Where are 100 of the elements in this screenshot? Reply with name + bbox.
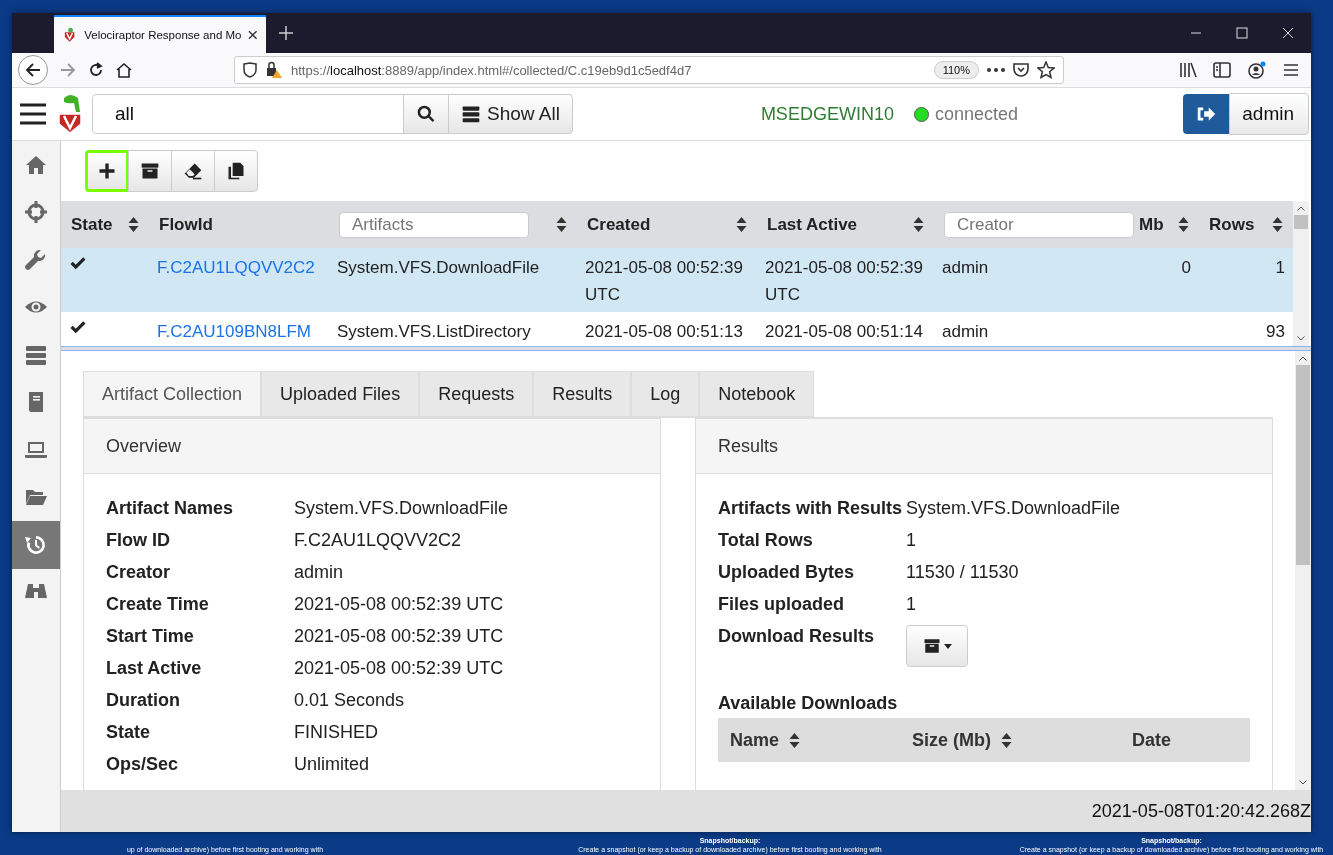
search-icon[interactable]	[416, 104, 436, 124]
zoom-level[interactable]: 110%	[933, 61, 979, 79]
caret-icon	[943, 643, 952, 649]
panel-title: Overview	[106, 435, 181, 457]
field-value: FINISHED	[294, 721, 379, 744]
archive-button[interactable]	[128, 150, 172, 192]
table-row[interactable]: F.C2AU109BN8LFM System.VFS.ListDirectory 2021-05-08 00:51:13 2021-05-08 00:51:14 admin 93	[61, 312, 1293, 346]
crosshair-icon[interactable]	[24, 200, 48, 225]
field-value: 11530 / 11530	[906, 561, 1020, 584]
search-field[interactable]: all	[92, 94, 404, 134]
sort-icon[interactable]	[556, 216, 567, 233]
field-label: Files uploaded	[718, 593, 846, 616]
scroll-up-icon[interactable]	[1297, 206, 1305, 211]
field-value: System.VFS.DownloadFile	[294, 497, 510, 520]
scroll-down-icon[interactable]	[1297, 336, 1305, 341]
copy-icon[interactable]	[226, 161, 246, 181]
table-cell: 2021-05-08 00:51:14	[757, 312, 934, 346]
field-value: 1	[906, 529, 917, 552]
column-header[interactable]: Mb	[1139, 214, 1164, 235]
sort-icon[interactable]	[736, 216, 747, 233]
sort-icon[interactable]	[1178, 216, 1189, 233]
menu-icon[interactable]	[20, 103, 46, 125]
tab[interactable]: Requests	[419, 371, 534, 417]
table-row[interactable]: F.C2AU1LQQVV2C2 System.VFS.DownloadFile 2021-05-08 00:52:39 UTC 2021-05-08 00:52:39 UTC admin 0 1	[61, 248, 1293, 312]
new-tab-icon[interactable]	[278, 25, 294, 41]
tab-title: Velociraptor Response and Mo	[84, 29, 242, 41]
table-cell: 1	[1199, 248, 1293, 312]
pocket-icon[interactable]	[1013, 62, 1029, 78]
table-cell: admin	[934, 312, 1129, 346]
field-label: Download Results	[718, 625, 875, 648]
tab[interactable]: Artifact Collection	[83, 371, 262, 417]
scrollbar-thumb[interactable]	[1296, 365, 1310, 565]
address-bar[interactable]: https://localhost:8889/app/index.html#/collected/C.c19eb9d1c5edf4d7 110%	[234, 56, 1064, 84]
field-value: F.C2AU1LQQVV2C2	[294, 529, 463, 552]
logout-button[interactable]	[1183, 94, 1230, 134]
field-label: Total Rows	[718, 529, 814, 552]
scroll-down-icon[interactable]	[1299, 780, 1307, 785]
copy-button[interactable]	[214, 150, 258, 192]
column-header[interactable]: Date	[1132, 729, 1171, 751]
sort-icon[interactable]	[128, 216, 139, 233]
library-icon[interactable]	[1179, 62, 1197, 78]
eraser-icon[interactable]	[183, 161, 203, 181]
client-hostname[interactable]: MSEDGEWIN10	[760, 103, 894, 125]
field-value: 2021-05-08 00:52:39 UTC	[294, 625, 505, 648]
column-header[interactable]: Size (Mb)	[912, 729, 991, 751]
close-icon[interactable]	[248, 30, 258, 40]
archive-icon[interactable]	[140, 161, 160, 181]
wrench-icon[interactable]	[24, 247, 48, 272]
plus-icon[interactable]	[97, 161, 117, 181]
archive-icon[interactable]	[922, 637, 941, 655]
account-icon[interactable]	[1247, 61, 1267, 79]
sort-icon[interactable]	[789, 731, 801, 749]
show-all-button[interactable]: Show All	[448, 94, 573, 134]
filter-field[interactable]: Creator	[944, 211, 1134, 238]
table-cell: 2021-05-08 00:52:39 UTC	[757, 248, 934, 312]
field-label: Artifacts with Results	[718, 497, 904, 520]
scrollbar-thumb[interactable]	[1294, 215, 1308, 229]
browser-tab[interactable]: Velociraptor Response and Mo	[54, 15, 266, 53]
field-label: Duration	[106, 689, 181, 712]
table-cell: 0	[1129, 248, 1199, 312]
sort-icon[interactable]	[913, 216, 924, 233]
lock-warning-icon	[265, 61, 283, 79]
table-cell: admin	[934, 248, 1129, 312]
sidebar-icon[interactable]	[1213, 62, 1231, 78]
sort-icon[interactable]	[1272, 216, 1283, 233]
field-value: Unlimited	[294, 753, 371, 776]
sidebar-item[interactable]	[12, 521, 60, 569]
field-label: Creator	[106, 561, 172, 584]
scroll-up-icon[interactable]	[1299, 356, 1307, 361]
column-header[interactable]: Name	[730, 729, 780, 751]
shield-icon	[243, 62, 257, 78]
star-icon[interactable]	[1037, 61, 1055, 79]
user-button[interactable]: admin	[1229, 93, 1309, 135]
field-label: Last Active	[106, 657, 203, 680]
tab[interactable]: Uploaded Files	[261, 371, 420, 417]
field-value: admin	[294, 561, 345, 584]
home-icon[interactable]	[116, 62, 132, 78]
flow-id-link[interactable]: F.C2AU109BN8LFM	[157, 322, 311, 341]
column-header[interactable]: Created	[587, 214, 651, 235]
more-icon[interactable]	[987, 68, 1005, 72]
download-button[interactable]	[906, 625, 968, 667]
field-value: 1	[906, 593, 917, 616]
scrollbar[interactable]	[1295, 351, 1311, 790]
tab[interactable]: Notebook	[699, 371, 815, 417]
eraser-button[interactable]	[171, 150, 215, 192]
back-button[interactable]	[18, 55, 48, 85]
list-icon[interactable]	[461, 104, 481, 124]
scrollbar[interactable]	[1293, 201, 1309, 346]
field-value: 2021-05-08 00:52:39 UTC	[294, 657, 505, 680]
plus-button[interactable]	[85, 150, 129, 192]
table-cell: 2021-05-08 00:51:13	[577, 312, 757, 346]
search-button[interactable]	[403, 94, 449, 134]
forward-icon[interactable]	[60, 62, 76, 78]
column-header[interactable]: FlowId	[159, 214, 213, 235]
tab[interactable]: Log	[631, 371, 700, 417]
reload-icon[interactable]	[88, 62, 104, 78]
table-cell: 93	[1199, 312, 1293, 346]
filter-field[interactable]: Artifacts	[339, 211, 529, 238]
tab[interactable]: Results	[533, 371, 632, 417]
sort-icon[interactable]	[1001, 731, 1012, 749]
